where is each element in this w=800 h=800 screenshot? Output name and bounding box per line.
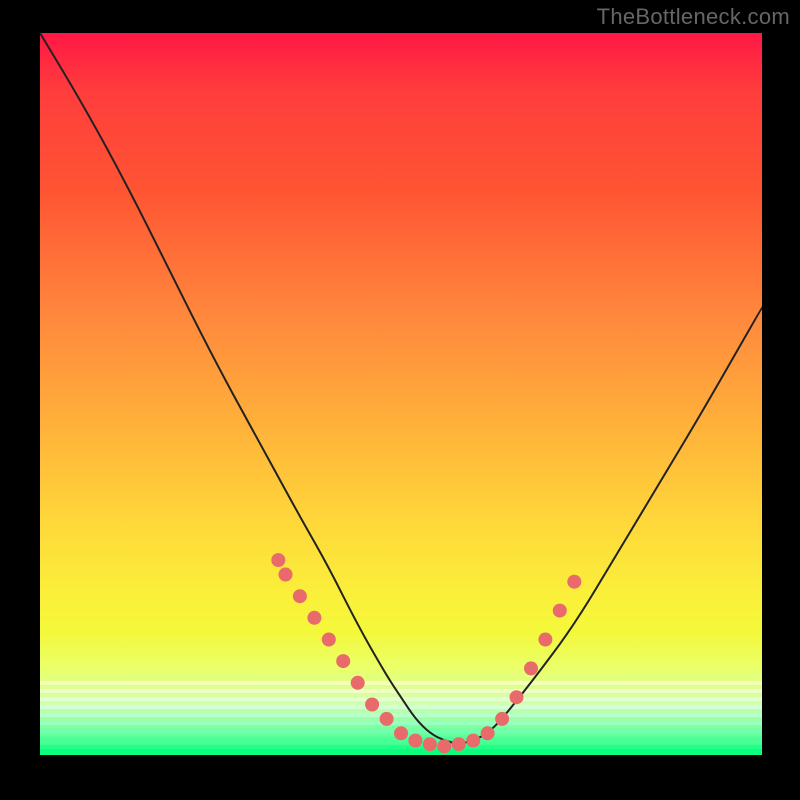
highlight-marker [466,734,480,748]
highlight-marker [322,633,336,647]
highlight-marker [293,589,307,603]
highlight-marker [524,661,538,675]
watermark-text: TheBottleneck.com [597,4,790,30]
highlight-marker [553,604,567,618]
plot-area [40,33,762,755]
highlight-marker [423,737,437,751]
chart-frame: TheBottleneck.com [0,0,800,800]
highlight-marker [437,739,451,753]
highlight-marker [567,575,581,589]
highlight-marker [279,568,293,582]
highlight-marker [408,734,422,748]
bottleneck-curve [40,33,762,743]
highlight-marker [380,712,394,726]
highlight-marker [351,676,365,690]
highlight-marker [481,726,495,740]
highlight-marker [452,737,466,751]
highlight-marker [307,611,321,625]
highlight-marker [510,690,524,704]
highlight-marker [394,726,408,740]
marker-group [271,553,581,753]
highlight-marker [538,633,552,647]
highlight-marker [495,712,509,726]
highlight-marker [365,698,379,712]
highlight-marker [271,553,285,567]
highlight-marker [336,654,350,668]
curve-svg [40,33,762,755]
